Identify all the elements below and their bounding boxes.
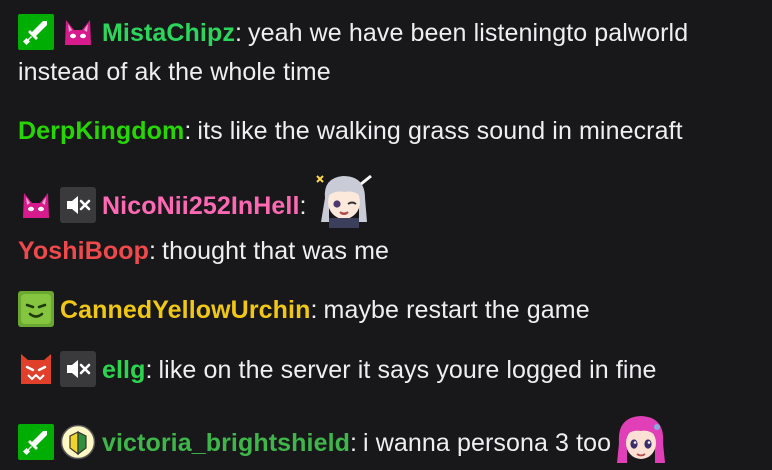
- anime-girl-salute-emote[interactable]: [315, 172, 373, 228]
- message-separator: :: [148, 237, 157, 265]
- chat-message-list: MistaChipz: yeah we have been listeningto…: [0, 0, 772, 470]
- cat-ears-badge-icon[interactable]: [60, 14, 96, 50]
- chat-message: MistaChipz: yeah we have been listeningto…: [18, 14, 764, 92]
- message-separator: :: [184, 117, 192, 145]
- cat-ears-badge-icon[interactable]: [18, 187, 54, 223]
- chat-message: victoria_brightshield: i wanna persona 3 …: [18, 413, 764, 465]
- chat-username[interactable]: DerpKingdom: [18, 117, 184, 145]
- chat-message: CannedYellowUrchin: maybe restart the gam…: [18, 291, 764, 330]
- chat-username[interactable]: victoria_brightshield: [102, 429, 350, 457]
- chat-message: YoshiBoop: thought that was me: [18, 232, 764, 271]
- message-text: its like the walking grass sound in mine…: [197, 117, 683, 145]
- chat-username[interactable]: YoshiBoop: [18, 237, 149, 265]
- chat-message: ellg: like on the server it says youre lo…: [18, 351, 764, 390]
- red-devil-badge-icon[interactable]: [18, 351, 54, 387]
- chat-message: NicoNii252InHell:: [18, 172, 764, 228]
- message-text: thought that was me: [162, 237, 390, 265]
- beginner-leaf-badge-icon[interactable]: [60, 424, 96, 460]
- chat-message: DerpKingdom: its like the walking grass s…: [18, 112, 764, 151]
- message-separator: :: [310, 296, 318, 324]
- green-smiley-badge-icon[interactable]: [18, 291, 54, 327]
- message-text: maybe restart the game: [323, 296, 590, 324]
- message-text: i wanna persona 3 too: [363, 429, 612, 457]
- pink-hair-anime-emote[interactable]: [613, 413, 669, 465]
- chat-username[interactable]: NicoNii252InHell: [102, 192, 300, 220]
- message-text: like on the server it says youre logged …: [158, 356, 657, 384]
- muted-speaker-icon[interactable]: [60, 187, 96, 223]
- chat-username[interactable]: MistaChipz: [102, 19, 235, 47]
- message-separator: :: [350, 429, 358, 457]
- moderator-sword-icon[interactable]: [18, 14, 54, 50]
- muted-speaker-icon[interactable]: [60, 351, 96, 387]
- chat-username[interactable]: ellg: [102, 356, 145, 384]
- message-separator: :: [145, 356, 153, 384]
- chat-username[interactable]: CannedYellowUrchin: [60, 296, 310, 324]
- message-separator: :: [299, 192, 307, 220]
- message-separator: :: [234, 19, 242, 47]
- moderator-sword-icon[interactable]: [18, 424, 54, 460]
